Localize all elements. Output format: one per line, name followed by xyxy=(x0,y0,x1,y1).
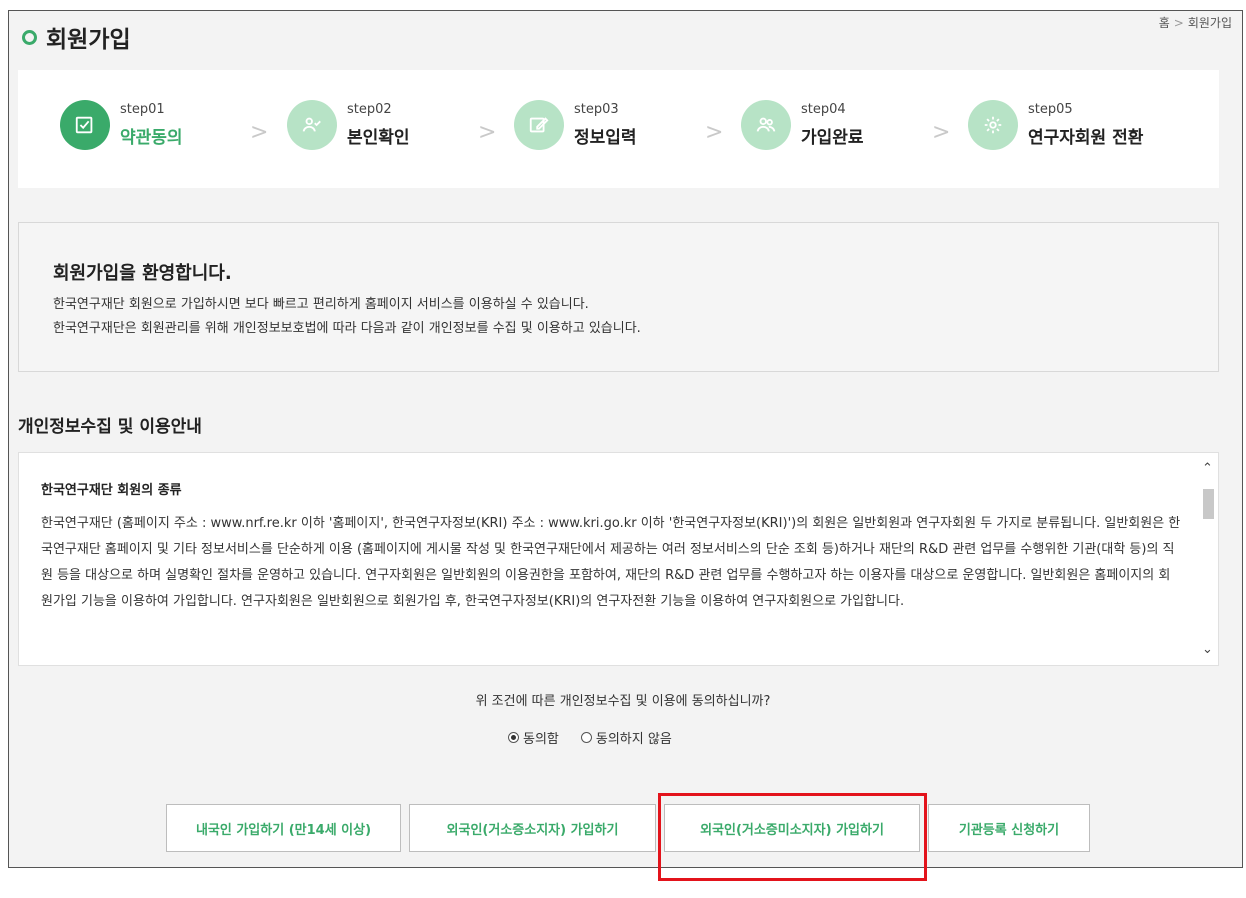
step-name: 본인확인 xyxy=(347,128,410,148)
disagree-label[interactable]: 동의하지 않음 xyxy=(596,728,672,747)
user-check-icon xyxy=(287,100,337,150)
signup-steps: step01 약관동의 > step02 본인확인 > step03 정보입력 … xyxy=(18,70,1219,188)
circle-bullet-icon xyxy=(22,29,37,45)
privacy-section-title: 개인정보수집 및 이용안내 xyxy=(18,417,202,437)
terms-heading: 한국연구재단 회원의 종류 xyxy=(41,483,182,498)
chevron-down-icon[interactable]: ⌄ xyxy=(1202,642,1213,657)
consent-question: 위 조건에 따른 개인정보수집 및 이용에 동의하십니까? xyxy=(475,694,771,709)
agree-label[interactable]: 동의함 xyxy=(523,728,559,747)
agree-radio[interactable]: 동의함 xyxy=(508,728,559,747)
chevron-up-icon[interactable]: ⌃ xyxy=(1202,461,1213,476)
step-name: 약관동의 xyxy=(120,128,183,148)
breadcrumb-home[interactable]: 홈 xyxy=(1159,14,1170,31)
radio-unselected-icon[interactable] xyxy=(580,732,592,743)
foreign-resident-card-signup-button[interactable]: 외국인(거소증소지자) 가입하기 xyxy=(409,804,656,852)
breadcrumb-current: 회원가입 xyxy=(1187,16,1232,30)
chevron-right-icon: > xyxy=(478,120,497,145)
welcome-box: 회원가입을 환영합니다. 한국연구재단 회원으로 가입하시면 보다 빠르고 편리… xyxy=(18,222,1219,372)
edit-icon xyxy=(514,100,564,150)
consent-radio-group: 동의함 동의하지 않음 xyxy=(508,728,694,747)
chevron-right-icon: > xyxy=(250,120,269,145)
institution-registration-button[interactable]: 기관등록 신청하기 xyxy=(928,804,1090,852)
step-researcher-conversion: step05 연구자회원 전환 xyxy=(968,100,1143,150)
domestic-signup-button[interactable]: 내국인 가입하기 (만14세 이상) xyxy=(166,804,401,852)
welcome-line-1: 한국연구재단 회원으로 가입하시면 보다 빠르고 편리하게 홈페이지 서비스를 … xyxy=(53,297,589,312)
step-terms-agreement: step01 약관동의 xyxy=(60,100,183,150)
breadcrumb: 홈 > 회원가입 xyxy=(1159,14,1232,31)
chevron-right-icon: > xyxy=(705,120,724,145)
welcome-heading: 회원가입을 환영합니다. xyxy=(53,263,232,284)
step-number: step01 xyxy=(120,102,165,117)
chevron-right-icon: > xyxy=(932,120,951,145)
disagree-radio[interactable]: 동의하지 않음 xyxy=(580,728,672,747)
terms-scroll-box[interactable]: 한국연구재단 회원의 종류 한국연구재단 (홈페이지 주소 : www.nrf.… xyxy=(18,452,1219,666)
step-number: step04 xyxy=(801,102,846,117)
step-signup-complete: step04 가입완료 xyxy=(741,100,864,150)
step-number: step02 xyxy=(347,102,392,117)
step-identity-verification: step02 본인확인 xyxy=(287,100,410,150)
step-number: step03 xyxy=(574,102,619,117)
radio-selected-icon[interactable] xyxy=(508,732,519,743)
step-number: step05 xyxy=(1028,102,1073,117)
page-title: 회원가입 xyxy=(22,20,131,54)
highlight-box xyxy=(658,793,927,881)
check-square-icon xyxy=(60,100,110,150)
gear-icon xyxy=(968,100,1018,150)
terms-body: 한국연구재단 (홈페이지 주소 : www.nrf.re.kr 이하 '홈페이지… xyxy=(41,516,1181,609)
step-name: 연구자회원 전환 xyxy=(1028,128,1144,148)
page-title-text: 회원가입 xyxy=(46,27,131,53)
step-info-entry: step03 정보입력 xyxy=(514,100,637,150)
terms-scrollbar[interactable]: ⌃ ⌄ xyxy=(1200,453,1218,665)
welcome-line-2: 한국연구재단은 회원관리를 위해 개인정보보호법에 따라 다음과 같이 개인정보… xyxy=(53,321,641,336)
users-icon xyxy=(741,100,791,150)
step-name: 가입완료 xyxy=(801,128,864,148)
chevron-right-icon: > xyxy=(1173,15,1184,30)
scrollbar-thumb[interactable] xyxy=(1203,489,1214,519)
step-name: 정보입력 xyxy=(574,128,637,148)
